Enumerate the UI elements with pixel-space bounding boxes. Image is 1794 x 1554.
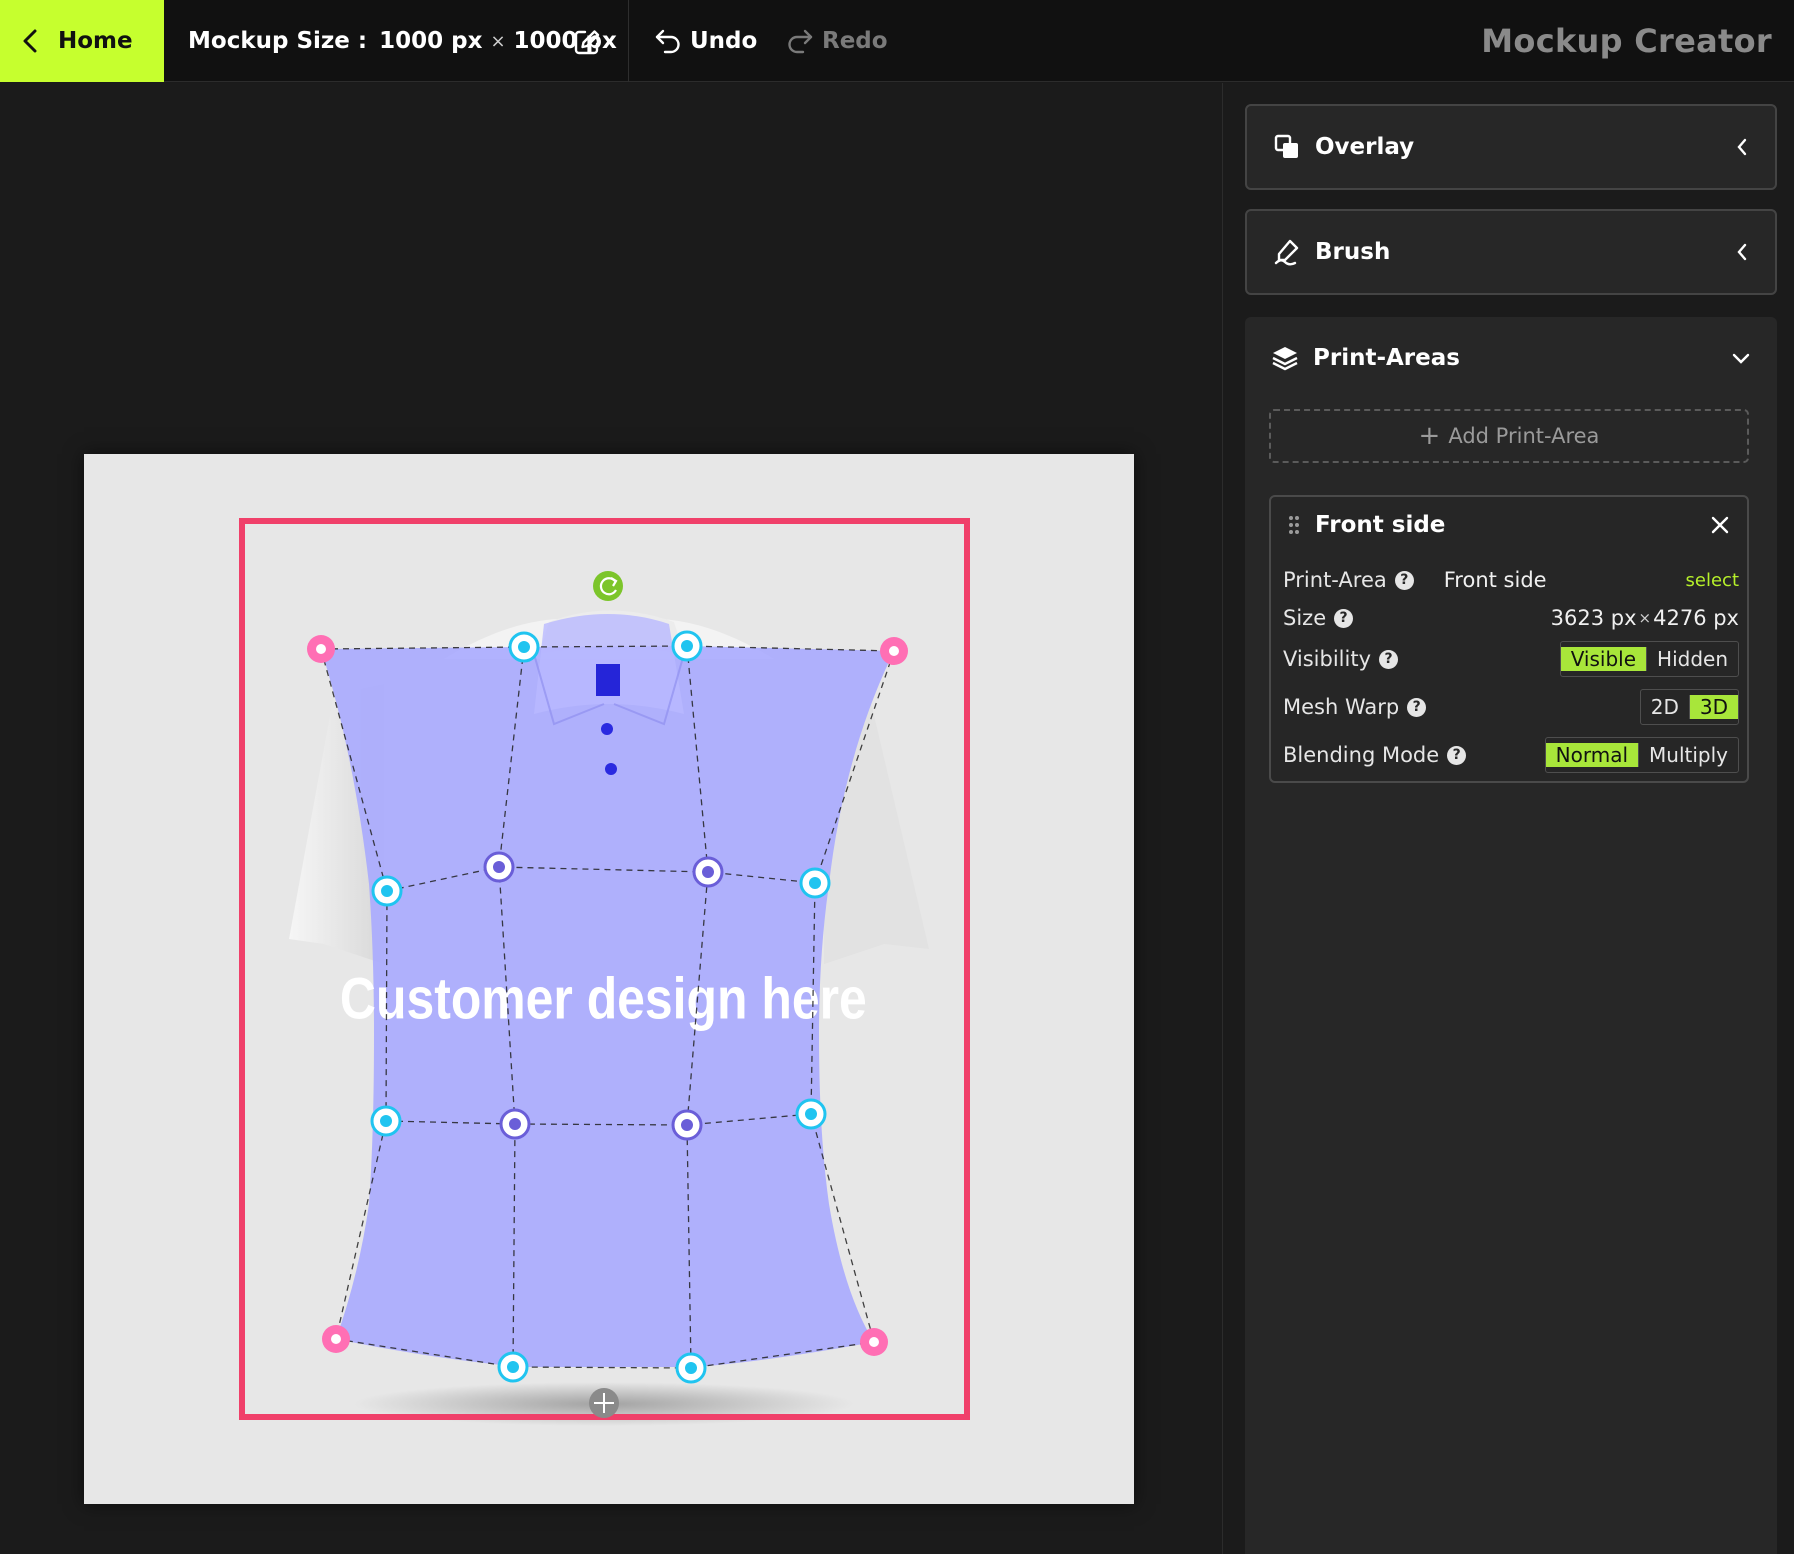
move-handle[interactable] bbox=[589, 1388, 619, 1418]
print-area-value: Front side bbox=[1443, 568, 1547, 592]
layers-icon bbox=[1271, 344, 1299, 372]
design-placeholder-text[interactable]: Customer design here bbox=[340, 967, 867, 1031]
redo-icon bbox=[788, 29, 813, 54]
size-times: × bbox=[1638, 609, 1652, 627]
close-icon[interactable] bbox=[1709, 514, 1731, 536]
blending-option-multiply[interactable]: Multiply bbox=[1638, 743, 1738, 767]
undo-label: Undo bbox=[690, 28, 758, 54]
print-area-title: Front side bbox=[1315, 512, 1446, 538]
times-sign: × bbox=[490, 30, 506, 52]
overlay-header[interactable]: Overlay bbox=[1247, 106, 1775, 188]
select-link[interactable]: select bbox=[1686, 570, 1739, 591]
mesh-warp-label: Mesh Warp bbox=[1283, 695, 1400, 719]
print-areas-header[interactable]: Print-Areas bbox=[1245, 317, 1777, 399]
size-width: 3623 px bbox=[1550, 606, 1637, 630]
blending-mode-row: Blending Mode ? Normal Multiply bbox=[1283, 736, 1739, 774]
print-area-row: Print-Area ? Front side select bbox=[1283, 561, 1739, 599]
help-icon[interactable]: ? bbox=[1394, 570, 1414, 590]
chevron-left-icon bbox=[1737, 243, 1747, 261]
help-icon[interactable]: ? bbox=[1447, 745, 1467, 765]
overlay-icon bbox=[1273, 133, 1301, 161]
app-title: Mockup Creator bbox=[1481, 22, 1772, 60]
brush-section[interactable]: Brush bbox=[1245, 209, 1777, 295]
home-button[interactable]: Home bbox=[0, 0, 164, 82]
help-icon[interactable]: ? bbox=[1379, 649, 1399, 669]
print-areas-label: Print-Areas bbox=[1313, 345, 1460, 371]
mesh-warp-option-3d[interactable]: 3D bbox=[1688, 695, 1738, 719]
visibility-label: Visibility bbox=[1283, 647, 1372, 671]
edit-icon[interactable] bbox=[573, 28, 601, 56]
brush-header[interactable]: Brush bbox=[1247, 211, 1775, 293]
blending-mode-toggle: Normal Multiply bbox=[1544, 737, 1739, 773]
mockup-width: 1000 px bbox=[379, 28, 483, 54]
visibility-option-hidden[interactable]: Hidden bbox=[1646, 647, 1738, 671]
size-row: Size ? 3623 px × 4276 px bbox=[1283, 599, 1739, 637]
print-area-label: Print-Area bbox=[1283, 568, 1387, 592]
undo-button[interactable]: Undo bbox=[654, 0, 757, 82]
chevron-left-icon bbox=[23, 29, 37, 53]
visibility-option-visible[interactable]: Visible bbox=[1560, 647, 1647, 671]
plus-icon: + bbox=[1418, 421, 1441, 451]
mockup-size-label: Mockup Size : bbox=[188, 28, 368, 54]
brush-label: Brush bbox=[1315, 239, 1391, 265]
mesh-warp-toggle: 2D 3D bbox=[1639, 689, 1739, 725]
canvas-area[interactable]: Customer design here bbox=[0, 83, 1222, 1554]
home-label: Home bbox=[58, 28, 133, 54]
print-area-card[interactable]: Front side Print-Area ? Front side selec… bbox=[1269, 495, 1749, 783]
mockup-canvas[interactable]: Customer design here bbox=[84, 454, 1134, 1504]
shirt-button bbox=[601, 723, 613, 735]
undo-icon bbox=[655, 29, 680, 54]
toolbar-divider bbox=[628, 0, 629, 82]
mockup-height: 1000 px bbox=[513, 28, 617, 54]
print-area-card-header: Front side bbox=[1271, 497, 1747, 553]
mockup-size: Mockup Size : 1000 px × 1000 px bbox=[188, 0, 617, 82]
visibility-row: Visibility ? Visible Hidden bbox=[1283, 640, 1739, 678]
mockup-board[interactable]: Customer design here bbox=[84, 454, 1134, 1504]
properties-panel: Overlay Brush Print-Areas + Add Print-Ar… bbox=[1222, 83, 1794, 1554]
shirt-button bbox=[605, 763, 617, 775]
blending-option-normal[interactable]: Normal bbox=[1545, 743, 1639, 767]
brush-icon bbox=[1273, 238, 1301, 266]
chevron-left-icon bbox=[1737, 138, 1747, 156]
help-icon[interactable]: ? bbox=[1407, 697, 1427, 717]
size-value: 3623 px × 4276 px bbox=[1551, 606, 1739, 630]
add-print-area-label: Add Print-Area bbox=[1448, 424, 1600, 448]
size-label: Size bbox=[1283, 606, 1327, 630]
help-icon[interactable]: ? bbox=[1334, 608, 1354, 628]
rotate-handle[interactable] bbox=[593, 571, 623, 601]
size-height: 4276 px bbox=[1653, 606, 1739, 630]
redo-button[interactable]: Redo bbox=[786, 0, 888, 82]
blending-mode-label: Blending Mode bbox=[1283, 743, 1440, 767]
mesh-warp-option-2d[interactable]: 2D bbox=[1640, 695, 1689, 719]
brand-label bbox=[596, 664, 620, 696]
redo-label: Redo bbox=[822, 28, 888, 54]
overlay-label: Overlay bbox=[1315, 134, 1415, 160]
add-print-area-button[interactable]: + Add Print-Area bbox=[1269, 409, 1749, 463]
overlay-section[interactable]: Overlay bbox=[1245, 104, 1777, 190]
chevron-down-icon bbox=[1732, 353, 1750, 364]
visibility-toggle: Visible Hidden bbox=[1559, 641, 1739, 677]
mesh-warp-row: Mesh Warp ? 2D 3D bbox=[1283, 688, 1739, 726]
print-areas-section: Print-Areas + Add Print-Area Front side … bbox=[1245, 317, 1777, 1554]
top-toolbar: Home Mockup Size : 1000 px × 1000 px Und… bbox=[0, 0, 1794, 82]
drag-handle-icon[interactable] bbox=[1287, 514, 1301, 536]
